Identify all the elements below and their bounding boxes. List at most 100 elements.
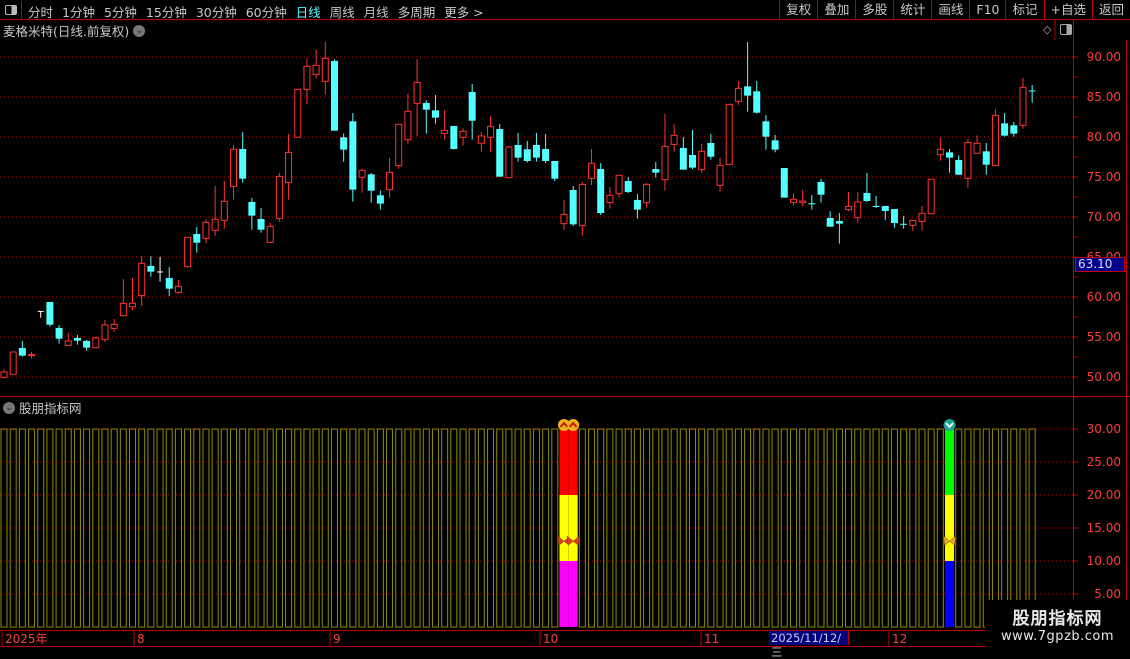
candle-body xyxy=(1028,90,1036,92)
indicator-bar xyxy=(184,428,192,628)
candle-body xyxy=(578,183,586,227)
candle-body xyxy=(854,201,862,219)
candle-body xyxy=(202,221,210,239)
indicator-bar xyxy=(275,428,283,628)
y-tick-label: 75.00 xyxy=(1087,170,1121,184)
candle-body xyxy=(633,199,641,210)
candle-body xyxy=(606,194,614,204)
indicator-bar xyxy=(725,428,733,628)
signal-bar-segment xyxy=(559,561,569,627)
candle-body xyxy=(808,203,816,205)
candle-body xyxy=(955,159,963,175)
indicator-bar xyxy=(431,428,439,628)
candle-body xyxy=(615,174,623,195)
candle-body xyxy=(257,219,265,230)
indicator-y-label: 5.00 xyxy=(1094,587,1121,601)
indicator-bar xyxy=(900,428,908,628)
candle-body xyxy=(679,147,687,170)
candle-body xyxy=(927,178,935,215)
indicator-bar xyxy=(450,428,458,628)
kline-chart[interactable]: 90.0085.0080.0075.0070.0065.0060.0055.00… xyxy=(0,0,1130,650)
signal-bar-segment xyxy=(568,495,578,561)
indicator-bar xyxy=(606,428,614,628)
candle-body xyxy=(900,223,908,225)
candle-body xyxy=(477,135,485,144)
chevron-down-icon[interactable]: ⌄ xyxy=(3,401,15,414)
signal-bar-segment xyxy=(568,561,578,627)
indicator-bar xyxy=(413,428,421,628)
candle-body xyxy=(845,205,853,211)
indicator-bar xyxy=(340,428,348,628)
indicator-bar xyxy=(386,428,394,628)
y-tick-label: 85.00 xyxy=(1087,90,1121,104)
indicator-bar xyxy=(248,428,256,628)
y-tick-label: 80.00 xyxy=(1087,130,1121,144)
candle-body xyxy=(386,171,394,191)
candle-body xyxy=(441,129,449,134)
candle-body xyxy=(220,200,228,221)
candle-body xyxy=(1001,123,1009,136)
candle-body xyxy=(9,351,17,375)
candle-body xyxy=(55,327,63,339)
candle-body xyxy=(551,161,559,179)
indicator-bar xyxy=(964,428,972,628)
candle-body xyxy=(1019,86,1027,126)
indicator-bar xyxy=(973,428,981,628)
candle-body xyxy=(119,302,127,317)
y-tick-label: 90.00 xyxy=(1087,50,1121,64)
candle-body xyxy=(652,169,660,173)
watermark-url: www.7gpzb.com xyxy=(1000,629,1115,644)
indicator-name: 股朋指标网 xyxy=(19,401,82,416)
candle-body xyxy=(468,91,476,121)
candle-body xyxy=(725,103,733,165)
candle-body xyxy=(569,189,577,225)
indicator-bar xyxy=(477,428,485,628)
indicator-bar xyxy=(789,428,797,628)
candle-body xyxy=(505,146,513,179)
candle-body xyxy=(404,110,412,141)
indicator-bar xyxy=(744,428,752,628)
candle-body xyxy=(789,198,797,203)
candle-body xyxy=(358,169,366,178)
signal-bar-segment xyxy=(568,429,578,495)
indicator-bar xyxy=(404,428,412,628)
candle-body xyxy=(367,174,375,191)
indicator-bar xyxy=(1010,428,1018,628)
candle-body xyxy=(826,217,834,227)
indicator-bar xyxy=(257,428,265,628)
indicator-bar xyxy=(679,428,687,628)
indicator-title: ⌄ 股朋指标网 xyxy=(3,398,82,417)
indicator-bar xyxy=(165,428,173,628)
candle-body xyxy=(211,218,219,231)
signal-bar-segment xyxy=(945,429,955,495)
candle-body xyxy=(376,195,384,204)
candle-body xyxy=(395,123,403,167)
indicator-bar xyxy=(73,428,81,628)
candle-body xyxy=(698,150,706,171)
y-tick-label: 55.00 xyxy=(1087,330,1121,344)
candle-body xyxy=(936,148,944,156)
candle-body xyxy=(101,324,109,341)
candle-body xyxy=(707,143,715,157)
date-label: 12 xyxy=(892,632,907,646)
candle-body xyxy=(890,209,898,223)
candle-body xyxy=(799,200,807,204)
y-tick-label: 60.00 xyxy=(1087,290,1121,304)
candle-body xyxy=(661,145,669,181)
candle-body xyxy=(239,149,247,179)
candle-body xyxy=(165,277,173,289)
candle-body xyxy=(523,149,531,161)
indicator-bar xyxy=(92,428,100,628)
indicator-bar xyxy=(211,428,219,628)
candle-body xyxy=(753,91,761,113)
candle-body xyxy=(73,337,81,341)
indicator-bar xyxy=(367,428,375,628)
candle-body xyxy=(275,175,283,219)
candle-body xyxy=(597,169,605,213)
candle-body xyxy=(459,130,467,138)
candle-body xyxy=(588,162,596,179)
candle-body xyxy=(129,302,137,308)
candle-body xyxy=(248,201,256,216)
candle-body xyxy=(285,151,293,183)
candle-body xyxy=(643,183,651,204)
